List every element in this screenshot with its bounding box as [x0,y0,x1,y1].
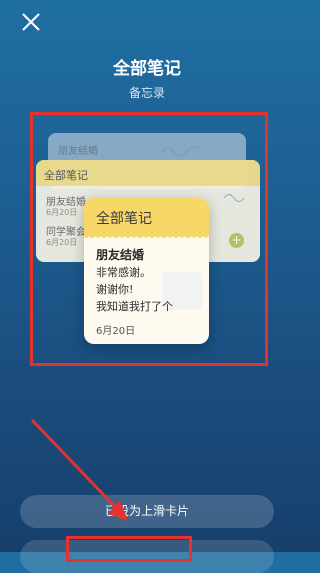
annotation-arrow [30,418,128,521]
